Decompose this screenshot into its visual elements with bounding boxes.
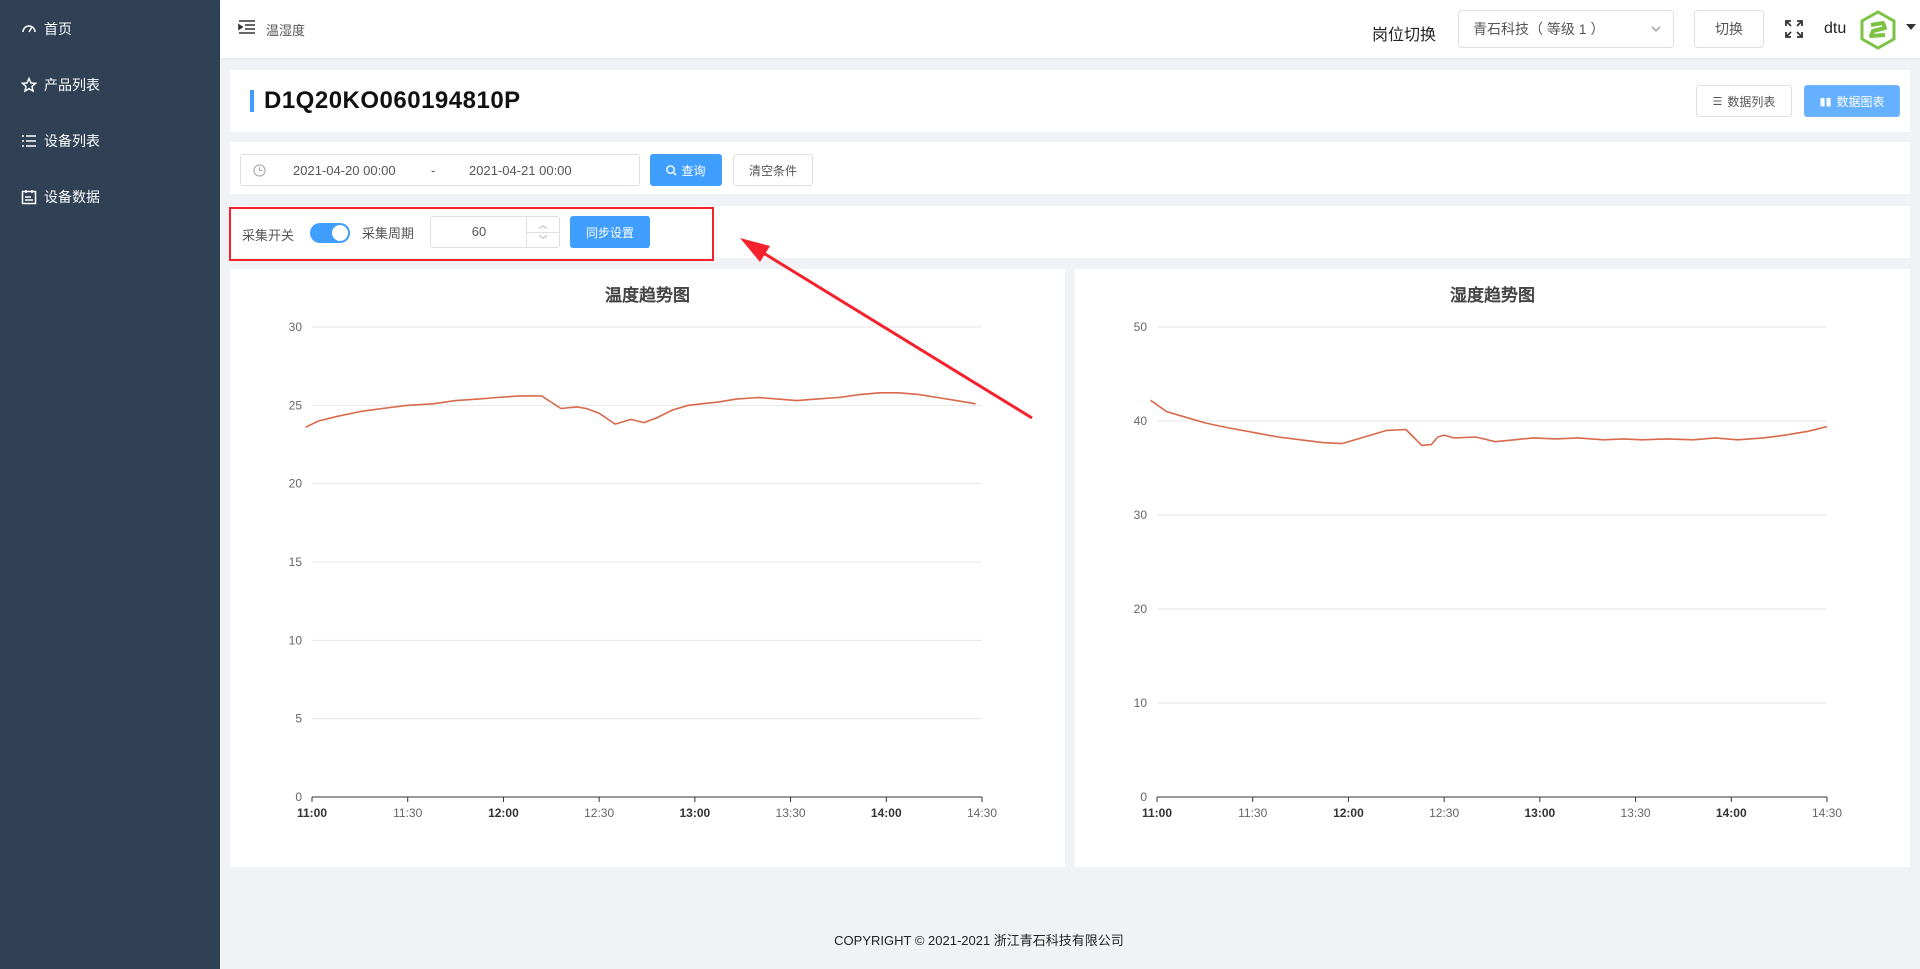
collect-period-label: 采集周期 <box>362 226 415 241</box>
date-range-picker[interactable]: 2021-04-20 00:00 - 2021-04-21 00:00 <box>240 154 640 186</box>
list-icon <box>20 132 38 150</box>
bar-chart-icon: ▮▮ <box>1819 95 1832 108</box>
chevron-down-icon[interactable]: ﹀ <box>527 232 559 247</box>
chevron-up-icon[interactable]: ︿ <box>527 217 559 233</box>
y-tick-label: 0 <box>1140 790 1147 804</box>
chart-title: 温度趋势图 <box>605 286 690 305</box>
x-tick-label: 11:00 <box>297 806 327 820</box>
collect-switch-label: 采集开关 <box>242 228 295 243</box>
device-title-panel: D1Q20KO060194810P ☰ 数据列表 ▮▮ 数据图表 <box>230 70 1910 132</box>
y-tick-label: 25 <box>289 398 303 412</box>
collect-switch-toggle[interactable] <box>310 223 350 243</box>
x-tick-label: 12:30 <box>584 806 614 820</box>
sidebar-item-label: 设备列表 <box>44 133 100 149</box>
clear-conditions-button[interactable]: 清空条件 <box>733 154 813 186</box>
dashboard-icon <box>20 20 38 38</box>
data-list-button[interactable]: ☰ 数据列表 <box>1696 85 1792 117</box>
switch-button[interactable]: 切换 <box>1694 10 1764 48</box>
device-title: D1Q20KO060194810P <box>264 87 521 114</box>
temperature-chart-panel: 0 5 10 15 20 25 30 11:00 11:30 12:00 12:30 13:00 13:… <box>230 269 1065 867</box>
y-tick-label: 40 <box>1134 414 1148 428</box>
chevron-down-icon <box>1651 26 1661 32</box>
sidebar-item-device-data[interactable]: 设备数据 <box>20 182 100 212</box>
sidebar-item-label: 首页 <box>44 21 72 37</box>
series-line <box>305 392 976 429</box>
y-tick-label: 20 <box>289 477 303 491</box>
period-value[interactable]: 60 <box>431 224 527 239</box>
end-date[interactable]: 2021-04-21 00:00 <box>469 163 572 178</box>
sidebar-item-products[interactable]: 产品列表 <box>20 70 100 100</box>
chart-title: 湿度趋势图 <box>1450 286 1535 305</box>
title-accent-bar <box>250 90 254 112</box>
sidebar: 首页 产品列表 设备列表 设备数据 <box>0 0 220 969</box>
toggle-knob <box>332 225 348 241</box>
humidity-chart-panel: 0 10 20 30 40 50 11:00 11:30 12:00 12:30 13:00 13:3… <box>1075 269 1910 867</box>
footer-copyright: COPYRIGHT © 2021-2021 浙江青石科技有限公司 <box>834 933 1124 948</box>
list-icon: ☰ <box>1712 95 1723 108</box>
data-chart-button[interactable]: ▮▮ 数据图表 <box>1804 85 1900 117</box>
sidebar-item-devices[interactable]: 设备列表 <box>20 126 100 156</box>
x-tick-label: 13:30 <box>776 806 806 820</box>
x-tick-label: 13:00 <box>1525 806 1556 820</box>
query-panel: 2021-04-20 00:00 - 2021-04-21 00:00 查询 清… <box>230 142 1910 194</box>
start-date[interactable]: 2021-04-20 00:00 <box>293 163 396 178</box>
y-tick-label: 0 <box>295 790 302 804</box>
top-navbar: 温湿度 岗位切换 青石科技（ 等级 1 ） 切换 dtu <box>220 0 1920 58</box>
role-select[interactable]: 青石科技（ 等级 1 ） <box>1458 10 1674 48</box>
y-tick-label: 30 <box>289 320 303 334</box>
menu-toggle-icon[interactable] <box>238 18 256 36</box>
x-tick-label: 11:00 <box>1142 806 1172 820</box>
sidebar-item-home[interactable]: 首页 <box>20 14 72 44</box>
x-tick-label: 12:30 <box>1429 806 1459 820</box>
period-stepper[interactable]: 60 ︿ ﹀ <box>430 216 560 248</box>
date-separator: - <box>431 163 436 178</box>
x-tick-label: 14:30 <box>1812 806 1842 820</box>
product-icon <box>20 76 38 94</box>
series-line <box>1150 399 1828 447</box>
sidebar-item-label: 产品列表 <box>44 77 100 93</box>
role-select-value: 青石科技（ 等级 1 ） <box>1473 21 1605 37</box>
x-tick-label: 12:00 <box>1333 806 1364 820</box>
query-button[interactable]: 查询 <box>650 154 722 186</box>
stepper-arrows: ︿ ﹀ <box>526 217 559 247</box>
x-tick-label: 11:30 <box>393 806 422 820</box>
y-tick-label: 5 <box>295 712 302 726</box>
x-tick-label: 12:00 <box>488 806 519 820</box>
y-tick-label: 50 <box>1134 320 1148 334</box>
user-name[interactable]: dtu <box>1824 20 1846 38</box>
data-list-label: 数据列表 <box>1727 94 1776 109</box>
x-tick-label: 13:00 <box>680 806 711 820</box>
x-tick-label: 14:00 <box>1716 806 1747 820</box>
role-switch-label: 岗位切换 <box>1372 27 1437 44</box>
collect-settings-panel: 采集开关 采集周期 60 ︿ ﹀ 同步设置 <box>230 206 1910 258</box>
temperature-chart: 0 5 10 15 20 25 30 11:00 11:30 12:00 12:30 13:00 13:… <box>289 320 998 820</box>
y-tick-label: 15 <box>289 555 303 569</box>
x-tick-label: 14:00 <box>871 806 902 820</box>
data-icon <box>20 188 38 206</box>
clock-icon <box>253 164 266 177</box>
sidebar-item-label: 设备数据 <box>44 189 100 205</box>
sync-settings-button[interactable]: 同步设置 <box>570 216 650 248</box>
company-logo-icon <box>1858 10 1898 50</box>
fullscreen-icon[interactable] <box>1785 20 1803 38</box>
y-tick-label: 10 <box>289 633 303 647</box>
x-tick-label: 13:30 <box>1621 806 1651 820</box>
user-menu-caret-icon[interactable] <box>1906 24 1916 30</box>
y-tick-label: 20 <box>1134 602 1148 616</box>
x-tick-label: 14:30 <box>967 806 997 820</box>
breadcrumb: 温湿度 <box>266 23 306 38</box>
x-tick-label: 11:30 <box>1238 806 1267 820</box>
y-tick-label: 10 <box>1134 696 1148 710</box>
data-chart-label: 数据图表 <box>1836 94 1885 109</box>
humidity-chart: 0 10 20 30 40 50 11:00 11:30 12:00 12:30 13:00 13:3… <box>1134 320 1843 820</box>
search-icon <box>666 164 678 176</box>
query-label: 查询 <box>681 163 706 178</box>
y-tick-label: 30 <box>1134 508 1148 522</box>
